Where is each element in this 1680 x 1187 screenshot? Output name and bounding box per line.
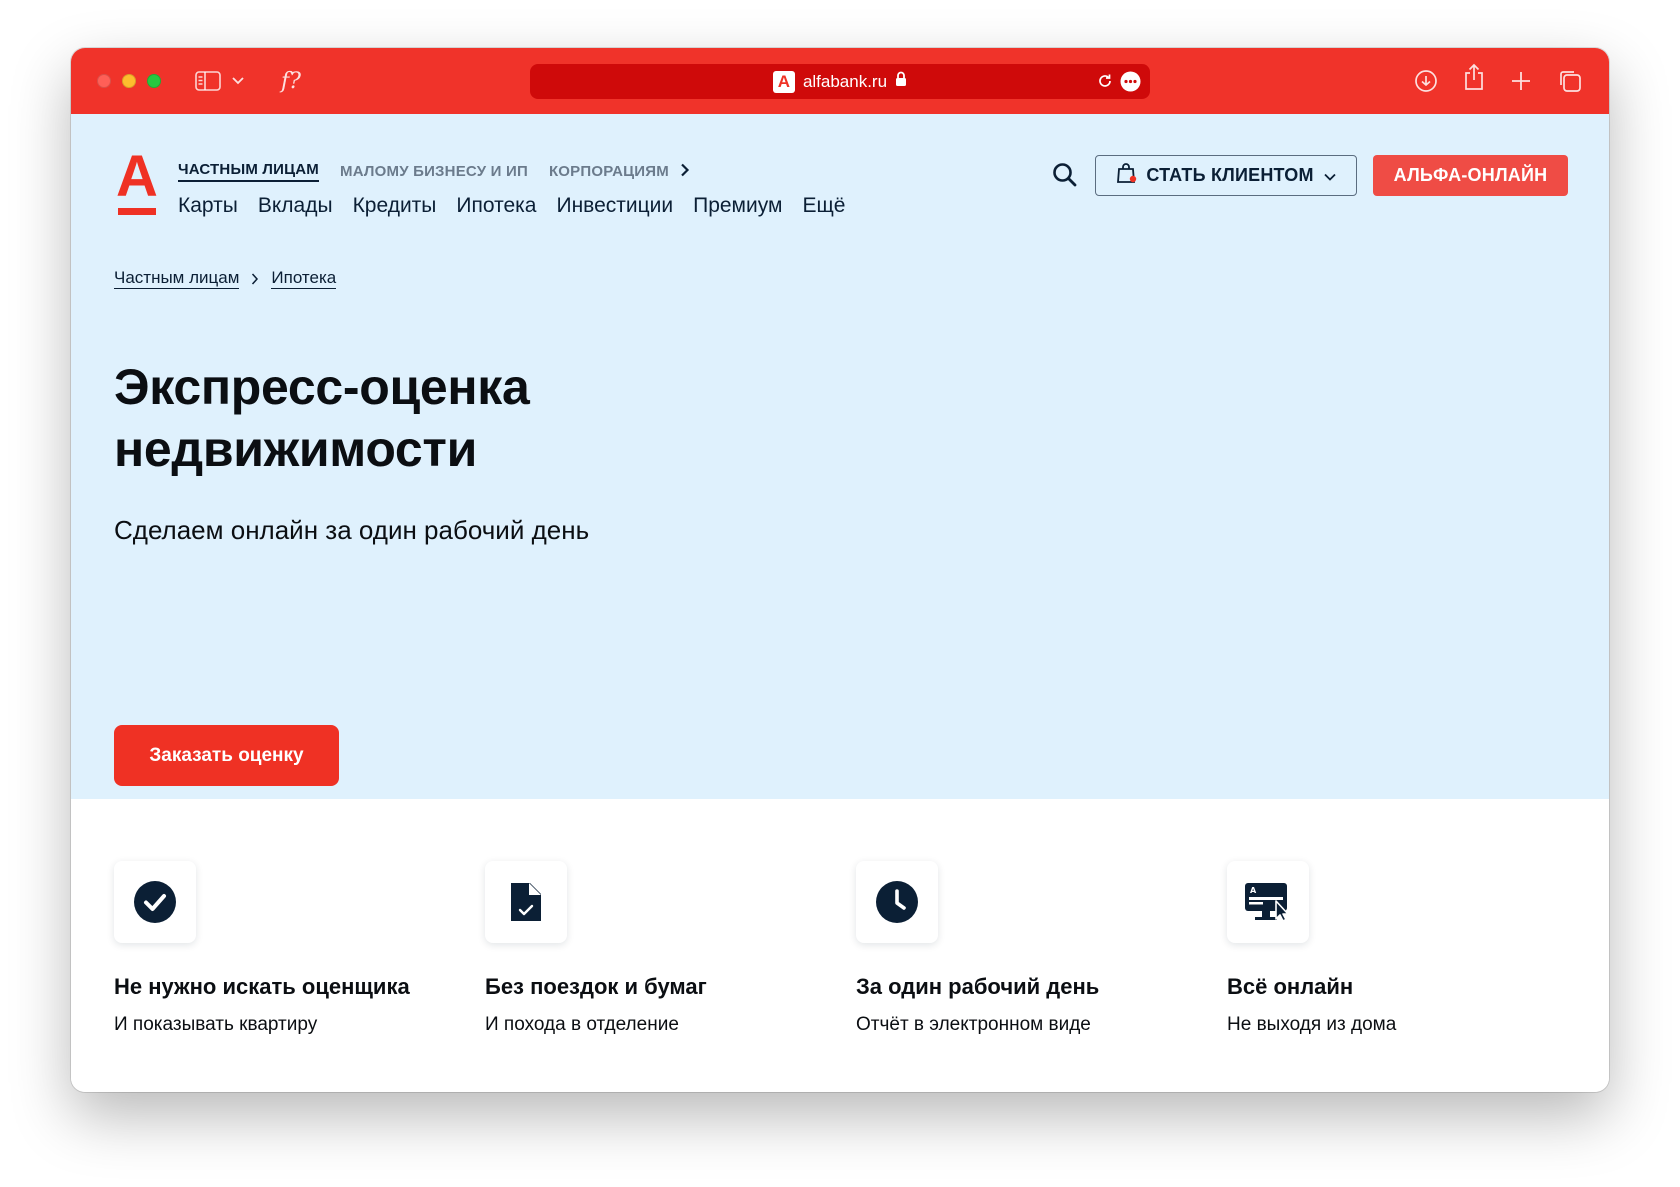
nav-item-deposits[interactable]: Вклады <box>258 194 333 218</box>
become-client-label: СТАТЬ КЛИЕНТОМ <box>1146 165 1314 185</box>
breadcrumb: Частным лицам Ипотека <box>114 268 337 289</box>
feature-item: За один рабочий день Отчёт в электронном… <box>856 861 1196 1036</box>
chevron-right-icon <box>251 272 259 285</box>
address-bar[interactable]: А alfabank.ru <box>530 64 1150 99</box>
alfa-bank-logo[interactable]: А <box>116 148 158 216</box>
order-evaluation-button[interactable]: Заказать оценку <box>114 725 339 786</box>
feature-text: И похода в отделение <box>485 1014 679 1035</box>
chevron-down-icon[interactable] <box>232 68 244 94</box>
feature-title: Не нужно искать оценщика <box>114 974 410 999</box>
new-tab-icon[interactable] <box>1511 68 1531 94</box>
url-text: alfabank.ru <box>802 71 888 91</box>
hero-section: А ЧАСТНЫМ ЛИЦАМ МАЛОМУ БИЗНЕСУ И ИП КОРП… <box>71 114 1609 799</box>
shopping-bag-icon <box>1116 162 1138 189</box>
svg-text:А: А <box>1250 886 1257 895</box>
chevron-right-icon[interactable] <box>680 163 690 181</box>
feature-text: Отчёт в электронном виде <box>856 1014 1091 1035</box>
lock-icon <box>895 71 907 92</box>
nav-item-investments[interactable]: Инвестиции <box>556 194 673 218</box>
segment-small-business[interactable]: МАЛОМУ БИЗНЕСУ И ИП <box>340 163 528 180</box>
feature-title: Без поездок и бумаг <box>485 974 707 999</box>
feature-title: Всё онлайн <box>1227 974 1354 999</box>
chevron-down-icon <box>1324 165 1336 186</box>
feature-item: Без поездок и бумаг И похода в отделение <box>485 861 825 1036</box>
page-title-line-2: недвижимости <box>114 421 478 477</box>
segment-private[interactable]: ЧАСТНЫМ ЛИЦАМ <box>178 161 319 182</box>
search-icon[interactable] <box>1050 160 1080 190</box>
close-window-button[interactable] <box>97 74 111 88</box>
check-circle-icon <box>114 861 196 943</box>
download-icon[interactable] <box>1414 68 1438 94</box>
breadcrumb-private[interactable]: Частным лицам <box>114 268 240 289</box>
sidebar-toggle-icon[interactable] <box>195 68 221 94</box>
breadcrumb-mortgage[interactable]: Ипотека <box>271 268 337 289</box>
main-nav: Карты Вклады Кредиты Ипотека Инвестиции … <box>178 194 865 218</box>
more-icon[interactable] <box>1120 71 1141 92</box>
browser-titlebar: f? А alfabank.ru <box>71 48 1609 114</box>
clock-icon <box>856 861 938 943</box>
reload-icon[interactable] <box>1096 72 1114 90</box>
extension-button[interactable]: f? <box>281 68 301 94</box>
nav-item-premium[interactable]: Премиум <box>693 194 782 218</box>
site-favicon-icon: А <box>772 70 795 93</box>
page-title: Экспресс-оценка недвижимости <box>114 356 814 480</box>
segment-nav: ЧАСТНЫМ ЛИЦАМ МАЛОМУ БИЗНЕСУ И ИП КОРПОР… <box>178 161 711 182</box>
logo-underline <box>118 208 156 215</box>
online-monitor-icon: А <box>1227 861 1309 943</box>
page-subtitle: Сделаем онлайн за один рабочий день <box>114 515 590 545</box>
features-section: Не нужно искать оценщика И показывать кв… <box>71 799 1609 1092</box>
feature-item: А Всё онлайн Не выходя из дома <box>1227 861 1567 1036</box>
nav-item-cards[interactable]: Карты <box>178 194 238 218</box>
alfa-online-button[interactable]: АЛЬФА-ОНЛАЙН <box>1373 155 1568 196</box>
share-icon[interactable] <box>1463 63 1485 90</box>
zoom-window-button[interactable] <box>147 74 161 88</box>
feature-title: За один рабочий день <box>856 974 1100 999</box>
feature-item: Не нужно искать оценщика И показывать кв… <box>114 861 454 1036</box>
browser-window: f? А alfabank.ru А ЧАСТНЫМ ЛИЦАМ МАЛОМУ … <box>71 48 1609 1092</box>
feature-text: И показывать квартиру <box>114 1014 318 1035</box>
page-title-line-1: Экспресс-оценка <box>114 359 530 415</box>
document-check-icon <box>485 861 567 943</box>
feature-text: Не выходя из дома <box>1227 1014 1397 1035</box>
nav-item-credits[interactable]: Кредиты <box>353 194 437 218</box>
tab-overview-icon[interactable] <box>1558 68 1582 94</box>
become-client-button[interactable]: СТАТЬ КЛИЕНТОМ <box>1095 155 1357 196</box>
logo-letter: А <box>116 144 158 209</box>
nav-item-mortgage[interactable]: Ипотека <box>456 194 536 218</box>
segment-corporations[interactable]: КОРПОРАЦИЯМ <box>549 163 669 180</box>
minimize-window-button[interactable] <box>122 74 136 88</box>
nav-item-more[interactable]: Ещё <box>802 194 845 218</box>
